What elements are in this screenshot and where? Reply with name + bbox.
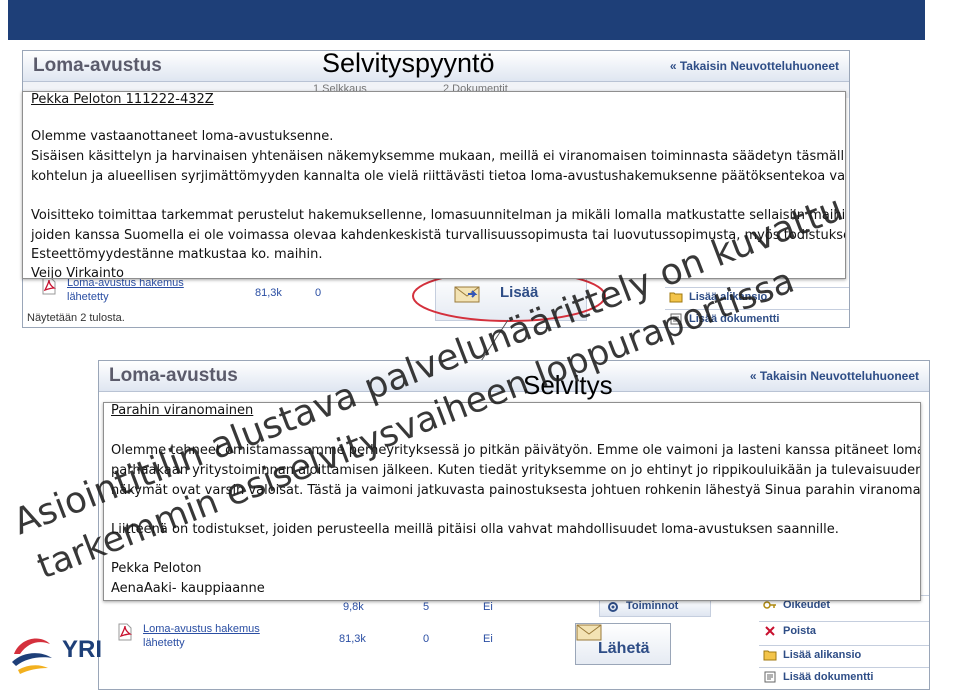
reply-signature-title: AenaAaki- kauppiaanne bbox=[111, 581, 265, 596]
add-subfolder-label-bottom: Lisää alikansio bbox=[783, 649, 862, 661]
delete-icon bbox=[765, 626, 775, 636]
row1-size: 9,8k bbox=[343, 601, 364, 613]
pdf-file-icon bbox=[42, 277, 57, 295]
add-subfolder-button-bottom[interactable]: Lisää alikansio bbox=[759, 645, 929, 664]
envelope-icon bbox=[576, 624, 602, 641]
reply-line4: Liitteenä on todistukset, joiden peruste… bbox=[111, 522, 839, 537]
request-heading: Selvityspyyntö bbox=[322, 48, 495, 78]
row1-count: 5 bbox=[423, 601, 430, 613]
row1-flag: Ei bbox=[483, 601, 493, 613]
file-size: 81,3k bbox=[255, 287, 282, 299]
send-button-bottom[interactable]: Lähetä bbox=[598, 640, 650, 658]
file-size-bottom: 81,3k bbox=[339, 633, 366, 645]
request-paragraph3-line3: Esteettömyydestänne matkustaa ko. maihin… bbox=[31, 247, 323, 262]
reply-salutation: Parahin viranomainen bbox=[111, 403, 254, 418]
file-count-bottom: 0 bbox=[423, 633, 430, 645]
add-document-label-bottom: Lisää dokumentti bbox=[783, 671, 874, 683]
folder-add-icon bbox=[763, 650, 777, 661]
send-button-area[interactable]: Lähetä bbox=[575, 623, 671, 665]
delete-label: Poista bbox=[783, 625, 817, 637]
file-name-bottom[interactable]: Loma-avustus hakemus bbox=[143, 623, 260, 635]
request-paragraph2-line1: Sisäisen käsittelyn ja harvinaisen yhten… bbox=[31, 149, 846, 164]
top-header-bar bbox=[8, 0, 925, 40]
actions-label: Toiminnot bbox=[626, 600, 679, 612]
gear-icon bbox=[608, 602, 618, 612]
reply-signature-name: Pekka Peloton bbox=[111, 561, 202, 576]
request-paragraph2-line2: kohtelun ja alueellisen syrjimättömyyden… bbox=[31, 169, 846, 184]
results-footer: Näytetään 2 tulosta. bbox=[27, 312, 125, 324]
file-status-bottom: lähetetty bbox=[143, 637, 185, 649]
back-link-bottom[interactable]: « Takaisin Neuvotteluhuoneet bbox=[750, 369, 919, 383]
add-document-button-bottom[interactable]: Lisää dokumentti bbox=[759, 667, 929, 686]
request-paragraph1: Olemme vastaanottaneet loma-avustuksenne… bbox=[31, 129, 334, 144]
logo-text: YRI bbox=[62, 636, 103, 663]
logo: YRI bbox=[8, 626, 102, 676]
request-recipient: Pekka Peloton 111222-432Z bbox=[31, 92, 214, 107]
file-status: lähetetty bbox=[67, 291, 109, 303]
logo-mark-icon bbox=[12, 638, 52, 674]
app-title: Loma-avustus bbox=[33, 55, 162, 76]
file-count: 0 bbox=[315, 287, 322, 299]
app-title-bottom: Loma-avustus bbox=[109, 365, 238, 386]
document-add-icon bbox=[764, 671, 776, 683]
back-link[interactable]: « Takaisin Neuvotteluhuoneet bbox=[670, 59, 839, 73]
file-flag-bottom: Ei bbox=[483, 633, 493, 645]
delete-button[interactable]: Poista bbox=[759, 621, 929, 640]
request-signature: Veijo Virkainto bbox=[31, 266, 124, 279]
pdf-file-icon bbox=[118, 623, 133, 641]
request-paragraph3-line1: Voisitteko toimittaa tarkemmat perustelu… bbox=[31, 208, 846, 223]
